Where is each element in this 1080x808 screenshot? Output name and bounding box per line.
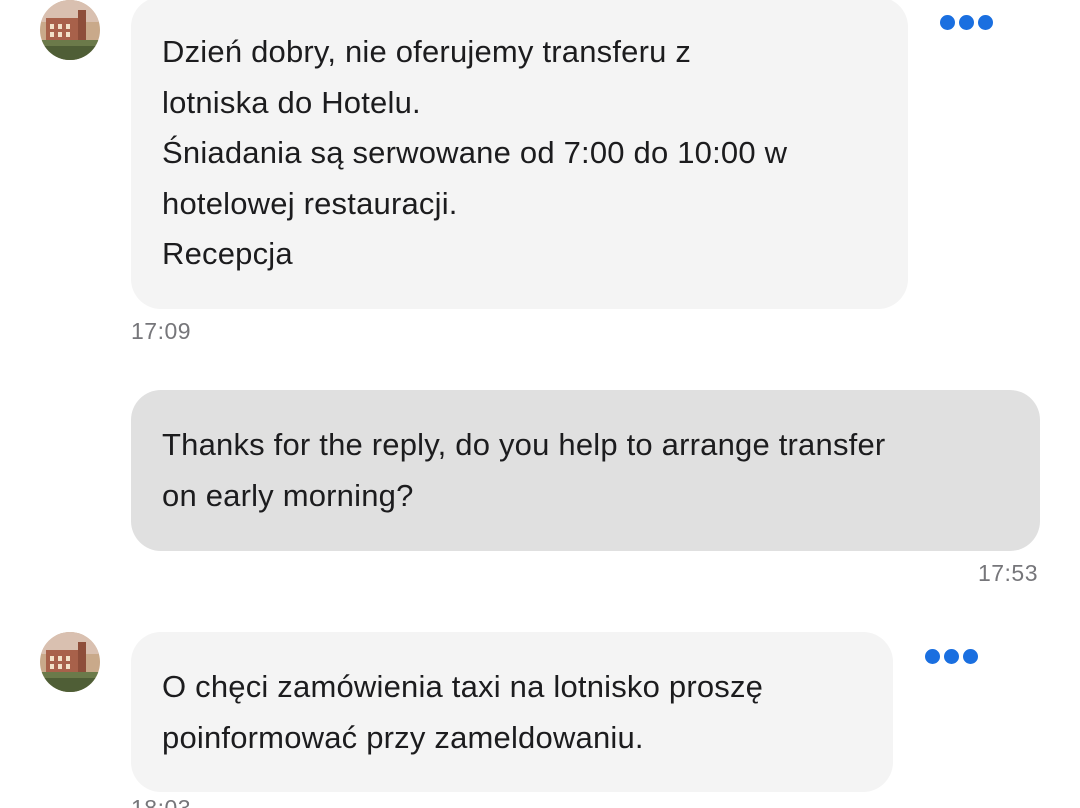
message-text-line: poinformować przy zameldowaniu. [162, 719, 644, 755]
message-text-line: Śniadania są serwowane od 7:00 do 10:00 … [162, 135, 788, 170]
message-text-line: Thanks for the reply, do you help to arr… [162, 427, 886, 462]
message-text-line: on early morning? [162, 477, 414, 513]
message-timestamp: 18:03 [131, 795, 192, 808]
message-bubble: Dzień dobry, nie oferujemy transferu z l… [131, 0, 908, 309]
message-text-line: Recepcja [162, 236, 293, 271]
message-text-line: hotelowej restauracji. [162, 185, 458, 221]
message-text-line: lotniska do Hotelu. [162, 84, 421, 120]
hotel-avatar-icon[interactable] [40, 0, 100, 60]
message-text-line: O chęci zamówienia taxi na lotnisko pros… [162, 669, 764, 704]
hotel-avatar-icon[interactable] [40, 632, 100, 692]
more-options-icon[interactable] [925, 649, 978, 664]
message-timestamp: 17:09 [131, 318, 192, 344]
message-bubble: Thanks for the reply, do you help to arr… [131, 390, 1040, 551]
message-timestamp: 17:53 [977, 560, 1038, 586]
message-bubble: O chęci zamówienia taxi na lotnisko pros… [131, 632, 893, 792]
chat-thread: Dzień dobry, nie oferujemy transferu z l… [0, 0, 1080, 808]
message-text-line: Dzień dobry, nie oferujemy transferu z [162, 34, 692, 69]
more-options-icon[interactable] [940, 15, 993, 30]
